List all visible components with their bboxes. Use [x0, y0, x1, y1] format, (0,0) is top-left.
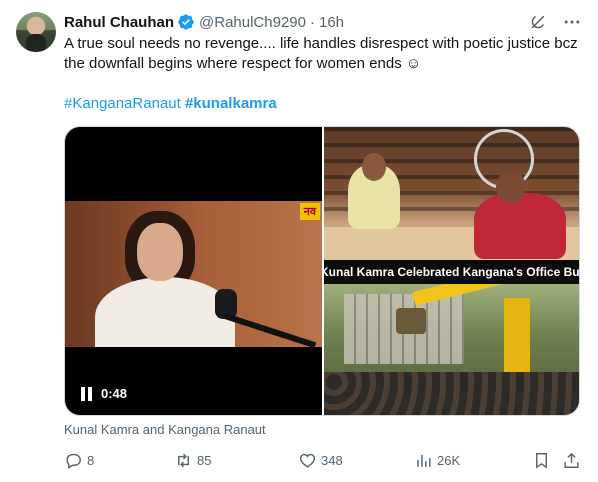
reply-count: 8 — [87, 452, 95, 468]
share-icon — [562, 451, 581, 470]
media-caption: Kunal Kamra and Kangana Ranaut — [64, 422, 266, 437]
verified-badge-icon[interactable] — [177, 13, 195, 31]
video-time: 0:48 — [101, 386, 128, 401]
like-count: 348 — [321, 452, 343, 468]
hashtags: #KanganaRanaut #kunalkamra — [64, 94, 277, 114]
views-icon — [414, 451, 433, 470]
reply-icon — [64, 451, 83, 470]
pause-icon[interactable] — [81, 386, 93, 401]
repost-count: 85 — [197, 452, 212, 468]
bookmark-icon — [532, 451, 551, 470]
media-grid: नव 0:48 Kunal Kamra Celebrated Kangana's… — [64, 126, 580, 416]
view-count: 26K — [437, 452, 461, 468]
reply-button[interactable]: 8 — [64, 451, 94, 470]
hashtag-kanganaranaut[interactable]: #KanganaRanaut — [64, 95, 181, 112]
video-controls: 0:48 — [81, 386, 127, 401]
grok-icon[interactable] — [528, 12, 548, 32]
hashtag-kunalkamra[interactable]: #kunalkamra — [185, 95, 277, 112]
tweet-header: Rahul Chauhan @RahulCh9290 · 16h — [64, 12, 344, 32]
timestamp[interactable]: 16h — [319, 14, 344, 31]
tweet[interactable]: Rahul Chauhan @RahulCh9290 · 16h A true … — [0, 0, 598, 482]
image-banner: Kunal Kamra Celebrated Kangana's Office … — [324, 260, 580, 284]
tweet-text: A true soul needs no revenge.... life ha… — [64, 35, 578, 72]
separator-dot: · — [309, 13, 315, 31]
views-button[interactable]: 26K — [414, 451, 460, 470]
author-name[interactable]: Rahul Chauhan — [64, 14, 174, 31]
top-actions — [528, 12, 582, 32]
author-handle[interactable]: @RahulCh9290 — [199, 14, 306, 31]
more-icon[interactable] — [562, 12, 582, 32]
photo-bulldozer[interactable] — [324, 284, 579, 415]
channel-logo: नव — [299, 203, 320, 220]
repost-button[interactable]: 85 — [174, 451, 211, 470]
action-bar: 8 85 348 26K — [64, 450, 580, 470]
banner-text: Kunal Kamra Celebrated Kangana's Office … — [324, 265, 580, 279]
like-button[interactable]: 348 — [298, 451, 343, 470]
video-player[interactable]: नव 0:48 — [65, 127, 322, 415]
share-button[interactable] — [562, 451, 581, 470]
video-thumbnail: नव — [65, 201, 322, 347]
like-icon — [298, 451, 317, 470]
repost-icon — [174, 451, 193, 470]
bookmark-button[interactable] — [532, 451, 551, 470]
avatar[interactable] — [16, 12, 56, 52]
